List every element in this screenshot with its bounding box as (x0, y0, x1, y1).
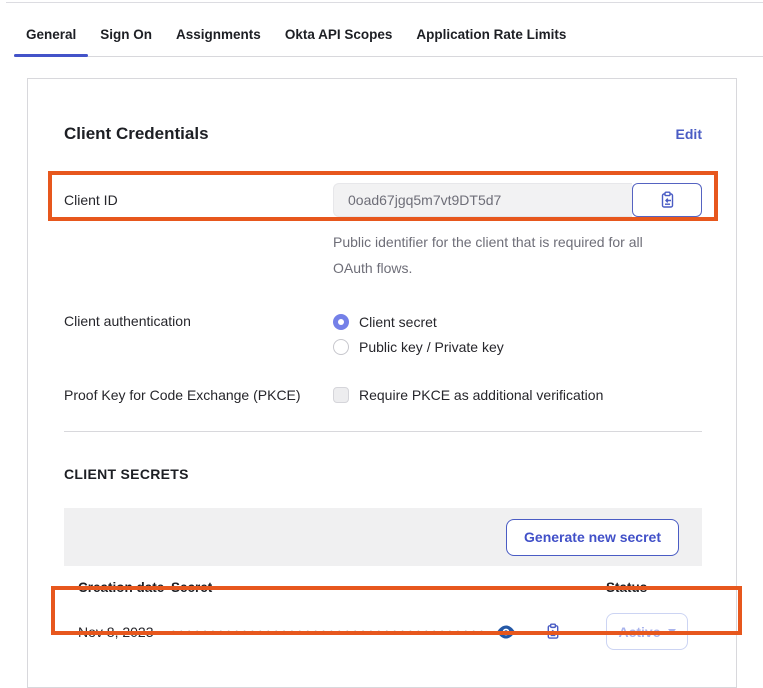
client-id-row: Client ID 0oad67jgq5m7vt9DT5d7 (64, 175, 702, 225)
tab-application-rate-limits[interactable]: Application Rate Limits (404, 12, 578, 56)
client-id-input-group: 0oad67jgq5m7vt9DT5d7 (333, 183, 702, 217)
tab-sign-on[interactable]: Sign On (88, 12, 164, 56)
eye-icon (497, 625, 515, 639)
table-header-row: Creation date Secret Status (64, 566, 702, 608)
client-secrets-title: CLIENT SECRETS (64, 466, 702, 484)
edit-link[interactable]: Edit (676, 126, 702, 142)
header-secret: Secret (171, 580, 606, 595)
radio-unselected-icon[interactable] (333, 339, 349, 355)
reveal-secret-button[interactable] (497, 625, 515, 639)
tab-assignments[interactable]: Assignments (164, 12, 273, 56)
tab-general[interactable]: General (14, 12, 88, 56)
status-dropdown-button[interactable]: Active (606, 613, 688, 650)
client-credentials-title: Client Credentials (64, 124, 209, 144)
general-settings-card: Client Credentials Edit Client ID 0oad67… (27, 78, 737, 688)
table-row: Nov 8, 2023 ••••••••••••••••••••••••••••… (64, 608, 702, 655)
header-status: Status (606, 580, 688, 595)
clipboard-copy-icon (659, 191, 676, 209)
radio-option-label: Public key / Private key (359, 339, 504, 355)
client-authentication-row: Client authentication Client secret Publ… (64, 309, 702, 359)
tab-okta-api-scopes[interactable]: Okta API Scopes (273, 12, 405, 56)
client-secrets-table: Generate new secret Creation date Secret… (64, 508, 702, 655)
masked-secret-value: •••••••••••••••••••••••••••••••••••••••• (171, 624, 487, 640)
radio-option-label: Client secret (359, 314, 437, 330)
page-top-divider (6, 2, 763, 3)
header-creation-date: Creation date (78, 580, 171, 595)
radio-option-client-secret[interactable]: Client secret (333, 309, 504, 334)
copy-secret-button[interactable] (545, 623, 561, 640)
client-id-value-field[interactable]: 0oad67jgq5m7vt9DT5d7 (333, 183, 632, 217)
pkce-row: Proof Key for Code Exchange (PKCE) Requi… (64, 385, 702, 405)
cell-status: Active (606, 613, 688, 650)
secrets-toolbar: Generate new secret (64, 508, 702, 566)
client-credentials-header: Client Credentials Edit (64, 123, 702, 145)
clipboard-copy-icon (545, 623, 561, 640)
pkce-label: Proof Key for Code Exchange (PKCE) (64, 387, 333, 403)
generate-new-secret-button[interactable]: Generate new secret (506, 519, 679, 556)
caret-down-icon (668, 629, 676, 634)
pkce-checkbox-label: Require PKCE as additional verification (359, 387, 603, 403)
status-badge: Active (618, 624, 660, 640)
client-authentication-label: Client authentication (64, 309, 333, 329)
cell-secret: •••••••••••••••••••••••••••••••••••••••• (171, 623, 606, 640)
copy-client-id-button[interactable] (632, 183, 702, 217)
client-id-help-text: Public identifier for the client that is… (333, 229, 681, 281)
cell-creation-date: Nov 8, 2023 (78, 624, 171, 640)
client-authentication-options: Client secret Public key / Private key (333, 309, 504, 359)
radio-option-public-private-key[interactable]: Public key / Private key (333, 334, 504, 359)
pkce-checkbox-option[interactable]: Require PKCE as additional verification (333, 385, 603, 405)
checkbox-unchecked-icon[interactable] (333, 387, 349, 403)
section-divider (64, 431, 702, 432)
radio-selected-icon[interactable] (333, 314, 349, 330)
app-tab-bar: General Sign On Assignments Okta API Sco… (14, 12, 763, 57)
client-id-label: Client ID (64, 192, 333, 208)
